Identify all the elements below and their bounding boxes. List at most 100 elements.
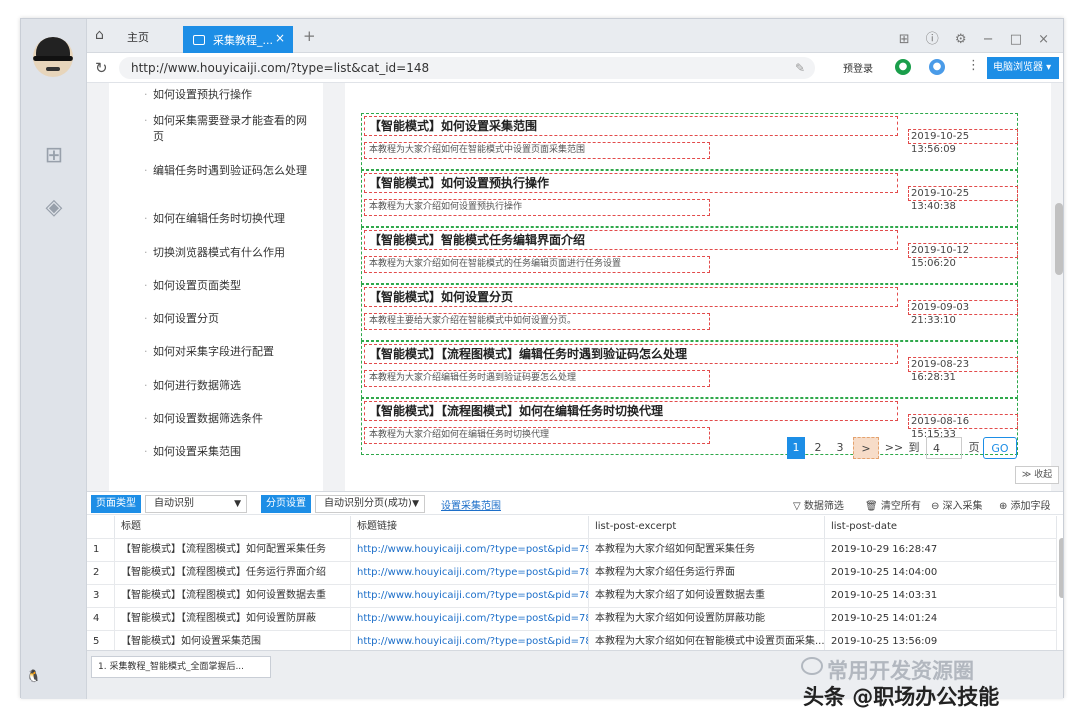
collapse-button[interactable]: ≫ 收起 xyxy=(1015,466,1059,484)
post-item[interactable]: 【智能模式】如何设置采集范围 本教程为大家介绍如何在智能模式中设置页面采集范围 … xyxy=(361,113,1018,170)
post-title[interactable]: 【智能模式】如何设置采集范围 xyxy=(364,116,898,136)
cell-excerpt[interactable]: 本教程为大家介绍任务运行界面 xyxy=(589,562,825,584)
cell-title[interactable]: 【智能模式】【流程图模式】任务运行界面介绍 xyxy=(115,562,351,584)
reload-icon[interactable]: ↻ xyxy=(95,59,108,77)
table-row[interactable]: 3 【智能模式】【流程图模式】如何设置数据去重 http://www.houyi… xyxy=(87,584,1057,607)
page-scrollbar[interactable] xyxy=(1055,203,1063,275)
cell-link[interactable]: http://www.houyicaiji.com/?type=post&pid… xyxy=(351,631,589,650)
post-desc: 本教程为大家介绍如何在编辑任务时切换代理 xyxy=(364,427,710,444)
sidenav-item[interactable]: · 如何设置页面类型 xyxy=(144,278,317,294)
table-header[interactable]: 标题链接 xyxy=(351,516,589,538)
post-item[interactable]: 【智能模式】智能模式任务编辑界面介绍 本教程为大家介绍如何在智能模式的任务编辑页… xyxy=(361,227,1018,284)
sidenav-item[interactable]: · 切换浏览器模式有什么作用 xyxy=(144,245,317,261)
clear-all-button[interactable]: 🗑 清空所有 xyxy=(865,497,921,512)
cell-excerpt[interactable]: 本教程为大家介绍如何设置防屏蔽功能 xyxy=(589,608,825,630)
table-header[interactable]: list-post-excerpt xyxy=(589,516,825,538)
post-item[interactable]: 【智能模式】如何设置预执行操作 本教程为大家介绍如何设置预执行操作 2019-1… xyxy=(361,170,1018,227)
sidenav-item[interactable]: · 如何采集需要登录才能查看的网页 xyxy=(144,113,317,145)
dropdown-arrow-icon: ▼ xyxy=(412,499,419,509)
page-2-button[interactable]: 2 xyxy=(809,437,827,459)
row-index: 2 xyxy=(87,562,115,584)
table-row[interactable]: 4 【智能模式】【流程图模式】如何设置防屏蔽 http://www.houyic… xyxy=(87,607,1057,630)
article-sidenav: · 如何设置预执行操作 · 如何采集需要登录才能查看的网页 · 编辑任务时遇到验证码怎… xyxy=(109,83,323,491)
post-item[interactable]: 【智能模式】如何设置分页 本教程主要给大家介绍在智能模式中如何设置分页。 201… xyxy=(361,284,1018,341)
post-desc: 本教程为大家介绍如何在智能模式中设置页面采集范围 xyxy=(364,142,710,159)
more-icon[interactable]: ⋮ xyxy=(967,58,980,73)
cell-excerpt[interactable]: 本教程为大家介绍了如何设置数据去重 xyxy=(589,585,825,607)
tab-close-icon[interactable]: × xyxy=(275,31,285,45)
url-text: http://www.houyicaiji.com/?type=list&cat… xyxy=(131,61,430,75)
add-field-button[interactable]: ⊕ 添加字段 xyxy=(999,497,1051,512)
cell-title[interactable]: 【智能模式】如何设置采集范围 xyxy=(115,631,351,650)
cell-excerpt[interactable]: 本教程为大家介绍如何在智能模式中设置页面采集... xyxy=(589,631,825,650)
post-title[interactable]: 【智能模式】【流程图模式】编辑任务时遇到验证码怎么处理 xyxy=(364,344,898,364)
table-scrollbar[interactable] xyxy=(1059,538,1063,598)
post-desc: 本教程主要给大家介绍在智能模式中如何设置分页。 xyxy=(364,313,710,330)
paging-select[interactable]: 自动识别分页(成功) ▼ xyxy=(315,495,425,513)
post-date: 2019-08-16 15:15:33 xyxy=(908,414,1018,440)
data-filter-button[interactable]: ▽ 数据筛选 xyxy=(793,497,844,512)
cell-date[interactable]: 2019-10-29 16:28:47 xyxy=(825,539,1057,561)
last-page-button[interactable]: >> xyxy=(883,437,905,459)
table-header[interactable]: 标题 xyxy=(115,516,351,538)
sidenav-item[interactable]: · 如何设置分页 xyxy=(144,311,317,327)
avatar[interactable] xyxy=(33,37,73,77)
url-input[interactable]: http://www.houyicaiji.com/?type=list&cat… xyxy=(119,57,815,79)
page-type-select[interactable]: 自动识别 ▼ xyxy=(145,495,247,513)
green-ext-icon[interactable]: ● xyxy=(895,59,911,75)
sidenav-item[interactable]: · 如何设置采集范围 xyxy=(144,444,317,460)
sidenav-item[interactable]: · 如何对采集字段进行配置 xyxy=(144,344,317,360)
sidenav-item[interactable]: · 如何进行数据筛选 xyxy=(144,378,317,394)
page-1-button[interactable]: 1 xyxy=(787,437,805,459)
cell-link[interactable]: http://www.houyicaiji.com/?type=post&pid… xyxy=(351,585,589,607)
go-button[interactable]: GO xyxy=(983,437,1017,459)
page-3-button[interactable]: 3 xyxy=(831,437,849,459)
dropdown-arrow-icon: ▼ xyxy=(234,499,241,509)
cell-link[interactable]: http://www.houyicaiji.com/?type=post&pid… xyxy=(351,562,589,584)
cell-date[interactable]: 2019-10-25 14:03:31 xyxy=(825,585,1057,607)
pre-login-button[interactable]: 预登录 xyxy=(843,60,873,75)
sidenav-item[interactable]: · 编辑任务时遇到验证码怎么处理 xyxy=(144,163,317,179)
post-desc: 本教程为大家介绍如何设置预执行操作 xyxy=(364,199,710,216)
cell-date[interactable]: 2019-10-25 14:01:24 xyxy=(825,608,1057,630)
next-page-button[interactable]: > xyxy=(853,437,879,459)
sidenav-item[interactable]: · 如何设置预执行操作 xyxy=(144,87,317,103)
post-title[interactable]: 【智能模式】智能模式任务编辑界面介绍 xyxy=(364,230,898,250)
table-row[interactable]: 1 【智能模式】【流程图模式】如何配置采集任务 http://www.houyi… xyxy=(87,538,1057,561)
cell-excerpt[interactable]: 本教程为大家介绍如何配置采集任务 xyxy=(589,539,825,561)
home-icon[interactable]: ⌂ xyxy=(95,27,104,43)
page-number-input[interactable]: 4 xyxy=(926,437,962,459)
cell-title[interactable]: 【智能模式】【流程图模式】如何配置采集任务 xyxy=(115,539,351,561)
deep-collect-button[interactable]: ⊖ 深入采集 xyxy=(931,497,983,512)
post-title[interactable]: 【智能模式】如何设置预执行操作 xyxy=(364,173,898,193)
sidenav-item[interactable]: · 如何在编辑任务时切换代理 xyxy=(144,211,317,227)
blue-ext-icon[interactable]: ● xyxy=(929,59,945,75)
layers-icon[interactable]: ◈ xyxy=(41,195,67,221)
new-tab-button[interactable]: + xyxy=(303,27,316,45)
tab-active[interactable]: 采集教程_... × xyxy=(183,26,293,53)
table-row[interactable]: 5 【智能模式】如何设置采集范围 http://www.houyicaiji.c… xyxy=(87,630,1057,650)
post-item[interactable]: 【智能模式】【流程图模式】编辑任务时遇到验证码怎么处理 本教程为大家介绍编辑任务… xyxy=(361,341,1018,398)
browser-mode-button[interactable]: 电脑浏览器 ▾ xyxy=(987,57,1059,79)
edit-icon[interactable]: ✎ xyxy=(795,57,805,79)
post-date: 2019-08-23 16:28:31 xyxy=(908,357,1018,383)
table-row[interactable]: 2 【智能模式】【流程图模式】任务运行界面介绍 http://www.houyi… xyxy=(87,561,1057,584)
cell-date[interactable]: 2019-10-25 14:04:00 xyxy=(825,562,1057,584)
cell-date[interactable]: 2019-10-25 13:56:09 xyxy=(825,631,1057,650)
post-title[interactable]: 【智能模式】如何设置分页 xyxy=(364,287,898,307)
post-title[interactable]: 【智能模式】【流程图模式】如何在编辑任务时切换代理 xyxy=(364,401,898,421)
qq-penguin-icon[interactable]: 🐧 xyxy=(26,669,41,683)
cell-link[interactable]: http://www.houyicaiji.com/?type=post&pid… xyxy=(351,539,589,561)
watermark-bottom: 头条 @职场办公技能 xyxy=(803,685,1000,709)
table-header[interactable]: list-post-date xyxy=(825,516,1057,538)
tab-home[interactable]: 主页 xyxy=(127,29,149,45)
window-controls[interactable]: ⊞ ⓘ ⚙ − □ × xyxy=(899,28,1055,47)
cell-title[interactable]: 【智能模式】【流程图模式】如何设置数据去重 xyxy=(115,585,351,607)
sidenav-item[interactable]: · 如何设置数据筛选条件 xyxy=(144,411,317,427)
cell-link[interactable]: http://www.houyicaiji.com/?type=post&pid… xyxy=(351,608,589,630)
page-type-label: 页面类型 xyxy=(91,495,141,513)
new-task-icon[interactable]: ⊞ xyxy=(41,143,67,169)
task-item[interactable]: 1. 采集教程_智能模式_全面掌握后... xyxy=(91,656,271,678)
cell-title[interactable]: 【智能模式】【流程图模式】如何设置防屏蔽 xyxy=(115,608,351,630)
set-range-link[interactable]: 设置采集范围 xyxy=(441,497,501,512)
